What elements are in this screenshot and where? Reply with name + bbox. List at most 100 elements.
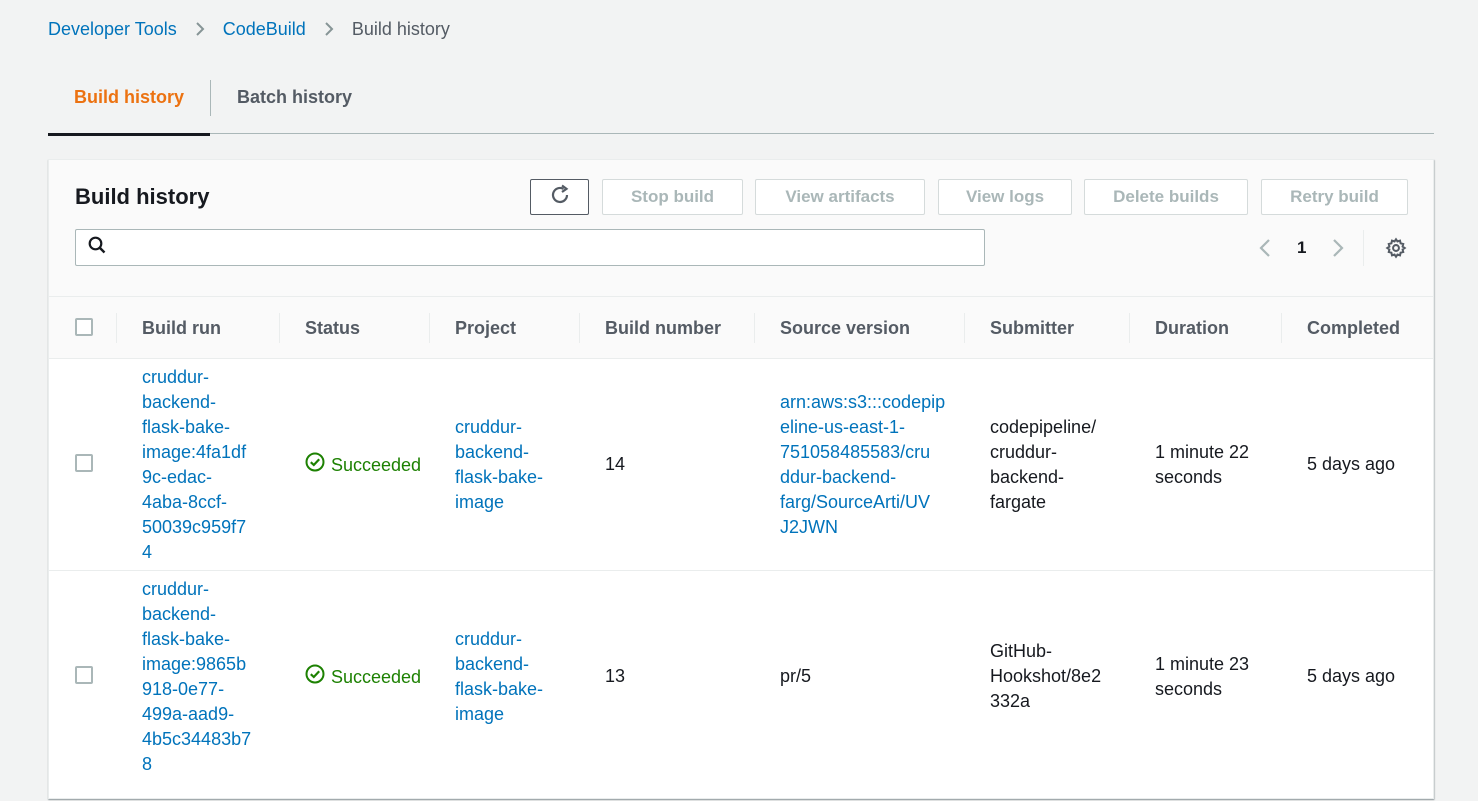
pagination <box>1257 234 1273 262</box>
search-box[interactable] <box>75 229 985 266</box>
build-run-line: 8 <box>142 754 153 774</box>
source-version-link[interactable]: arn:aws:s3:::codepip eline-us-east-1- 75… <box>780 390 945 540</box>
build-run-line: 499a-aad9- <box>142 704 235 724</box>
select-all-checkbox[interactable] <box>75 318 93 336</box>
view-artifacts-button[interactable]: View artifacts <box>755 179 925 215</box>
tab-batch-history[interactable]: Batch history <box>211 78 378 134</box>
delete-builds-button[interactable]: Delete builds <box>1084 179 1248 215</box>
build-run-line: 4 <box>142 542 153 562</box>
duration-line: 1 minute 22 <box>1155 442 1250 462</box>
retry-build-button[interactable]: Retry build <box>1261 179 1408 215</box>
page-number-wrap: 1 <box>1297 234 1306 262</box>
source-line: J2JWN <box>780 517 838 537</box>
build-run-line: flask-bake- <box>142 629 231 649</box>
column-header-duration[interactable]: Duration <box>1155 297 1229 359</box>
submitter-line: 332a <box>990 691 1031 711</box>
row-checkbox[interactable] <box>75 666 93 684</box>
current-page-number[interactable]: 1 <box>1297 238 1306 258</box>
status-cell: Succeeded <box>305 664 421 691</box>
duration-line: seconds <box>1155 679 1223 699</box>
source-line: ddur-backend- <box>780 467 897 487</box>
build-history-panel: Build history Stop build View artifacts … <box>48 159 1434 799</box>
build-number: 13 <box>605 666 626 686</box>
table-header: Build run Status Project Build number So… <box>49 297 1433 359</box>
build-run-line: cruddur- <box>142 579 210 599</box>
build-run-line: backend- <box>142 392 217 412</box>
row-checkbox[interactable] <box>75 454 93 472</box>
refresh-button[interactable] <box>530 179 589 215</box>
build-run-line: backend- <box>142 604 217 624</box>
status-text: Succeeded <box>331 455 422 475</box>
project-line: cruddur- <box>455 629 523 649</box>
view-logs-button[interactable]: View logs <box>938 179 1072 215</box>
column-header-completed[interactable]: Completed <box>1307 297 1400 359</box>
column-header-source-version[interactable]: Source version <box>780 297 910 359</box>
refresh-icon <box>549 184 571 211</box>
column-header-submitter[interactable]: Submitter <box>990 297 1074 359</box>
completed: 5 days ago <box>1307 454 1396 474</box>
source-version: pr/5 <box>780 664 811 689</box>
submitter-line: backend- <box>990 467 1065 487</box>
breadcrumb-developer-tools[interactable]: Developer Tools <box>48 18 177 40</box>
submitter: codepipeline/ cruddur- backend- fargate <box>990 415 1096 515</box>
submitter: GitHub- Hookshot/8e2 332a <box>990 639 1101 714</box>
column-header-status[interactable]: Status <box>305 297 360 359</box>
project-line: backend- <box>455 654 530 674</box>
column-separator <box>116 313 117 343</box>
search-icon <box>88 236 106 259</box>
build-run-link[interactable]: cruddur- backend- flask-bake- image:9865… <box>142 577 251 777</box>
column-separator <box>1129 313 1130 343</box>
build-number: 14 <box>605 454 626 474</box>
chevron-right-icon <box>195 21 205 37</box>
stop-build-button[interactable]: Stop build <box>602 179 743 215</box>
panel-title: Build history <box>75 184 210 209</box>
settings-wrap <box>1385 234 1407 262</box>
submitter-line: Hookshot/8e2 <box>990 666 1102 686</box>
success-check-icon <box>305 452 331 479</box>
build-run-line: flask-bake- <box>142 417 231 437</box>
build-run-line: 4aba-8ccf- <box>142 492 228 512</box>
source-line: 751058485583/cru <box>780 442 931 462</box>
project-link[interactable]: cruddur- backend- flask-bake- image <box>455 415 543 515</box>
column-header-project[interactable]: Project <box>455 297 516 359</box>
completed: 5 days ago <box>1307 666 1396 686</box>
pager-divider <box>1363 230 1364 266</box>
source-line: arn:aws:s3:::codepip <box>780 392 946 412</box>
status-text: Succeeded <box>331 667 422 687</box>
column-separator <box>964 313 965 343</box>
duration-line: 1 minute 23 <box>1155 654 1250 674</box>
search-input[interactable] <box>114 232 984 263</box>
table-row[interactable]: cruddur- backend- flask-bake- image:9865… <box>49 571 1433 801</box>
tab-bar: Build history Batch history <box>48 78 1434 136</box>
status-cell: Succeeded <box>305 452 421 479</box>
column-separator <box>429 313 430 343</box>
build-run-line: cruddur- <box>142 367 210 387</box>
source-line: farg/SourceArti/UV <box>780 492 931 512</box>
panel-header: Build history Stop build View artifacts … <box>49 160 1433 297</box>
breadcrumb-codebuild[interactable]: CodeBuild <box>223 18 306 40</box>
next-page-icon[interactable] <box>1330 237 1346 259</box>
duration: 1 minute 23 seconds <box>1155 652 1249 702</box>
build-run-line: image:4fa1df <box>142 442 247 462</box>
project-line: image <box>455 704 505 724</box>
column-separator <box>279 313 280 343</box>
project-link[interactable]: cruddur- backend- flask-bake- image <box>455 627 543 727</box>
tab-build-history[interactable]: Build history <box>48 78 211 136</box>
chevron-right-icon <box>324 21 334 37</box>
column-header-build-number[interactable]: Build number <box>605 297 721 359</box>
next-page-wrap <box>1330 234 1346 262</box>
column-separator <box>1281 313 1282 343</box>
column-separator <box>579 313 580 343</box>
table-row[interactable]: cruddur- backend- flask-bake- image:4fa1… <box>49 359 1433 571</box>
build-run-line: 918-0e77- <box>142 679 225 699</box>
source-line: eline-us-east-1- <box>780 417 906 437</box>
build-run-link[interactable]: cruddur- backend- flask-bake- image:4fa1… <box>142 365 246 565</box>
build-run-line: image:9865b <box>142 654 247 674</box>
column-header-build-run[interactable]: Build run <box>142 297 221 359</box>
breadcrumb: Developer Tools CodeBuild Build history <box>48 18 450 40</box>
column-separator <box>754 313 755 343</box>
build-run-line: 9c-edac- <box>142 467 213 487</box>
previous-page-icon[interactable] <box>1257 237 1273 259</box>
gear-icon[interactable] <box>1385 237 1407 259</box>
project-line: flask-bake- <box>455 679 544 699</box>
